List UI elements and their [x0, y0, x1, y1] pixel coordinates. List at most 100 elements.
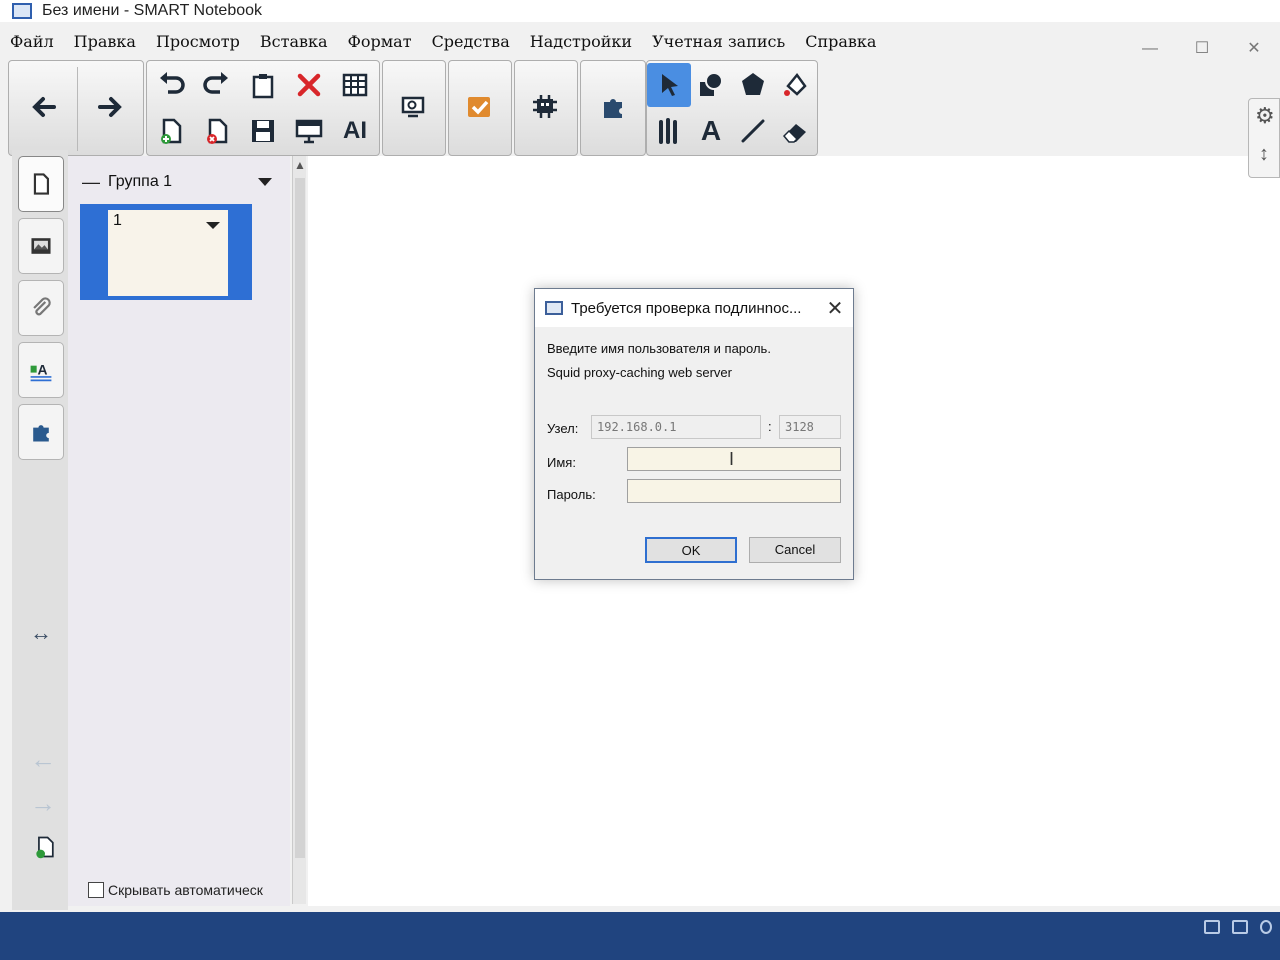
response-icon[interactable] [457, 85, 501, 129]
add-page-icon[interactable] [149, 109, 193, 153]
menu-format[interactable]: Формат [348, 32, 412, 51]
dialog-server-name: Squid proxy-caching web server [547, 365, 732, 380]
text-cursor-icon: I [729, 449, 735, 469]
gallery-icon[interactable] [18, 218, 64, 274]
vertical-scrollbar[interactable]: ▲ [292, 156, 306, 904]
menu-tools[interactable]: Средства [432, 32, 510, 51]
tray-network-icon[interactable] [1260, 920, 1272, 934]
insert-page-icon[interactable] [32, 834, 58, 867]
shapes-icon[interactable] [689, 63, 733, 107]
paste-icon[interactable] [241, 63, 285, 107]
line-icon[interactable] [731, 109, 775, 153]
addons-tab-icon[interactable] [18, 404, 64, 460]
smart-notebook-window: Без имени - SMART Notebook Файл Правка П… [0, 0, 1280, 912]
text-icon[interactable]: A [689, 109, 733, 153]
right-panel: ⚙ ↕ [1248, 98, 1280, 178]
name-label: Имя: [547, 455, 576, 470]
cancel-button[interactable]: Cancel [749, 537, 841, 563]
edit-group: AI [146, 60, 380, 156]
page-sorter-panel: — Группа 1 1 Скрывать автоматическ [68, 156, 290, 906]
menu-help[interactable]: Справка [805, 32, 876, 51]
document-camera-icon[interactable] [391, 85, 435, 129]
save-icon[interactable] [241, 109, 285, 153]
close-icon[interactable]: ✕ [817, 296, 853, 321]
tray-display-icon[interactable] [1204, 920, 1220, 934]
undo-icon[interactable] [149, 63, 193, 107]
page-number: 1 [113, 212, 122, 229]
maximize-button[interactable]: ☐ [1176, 36, 1228, 62]
window-title: Без имени - SMART Notebook [42, 2, 263, 19]
table-icon[interactable] [333, 63, 377, 107]
page-sorter-icon[interactable] [18, 156, 64, 212]
window-controls: — ☐ ✕ [1124, 36, 1280, 62]
shape-fill-icon[interactable] [731, 63, 775, 107]
password-input[interactable] [627, 479, 841, 503]
page-group-header[interactable]: — Группа 1 [82, 170, 272, 194]
scroll-up-icon[interactable]: ▲ [294, 158, 306, 172]
properties-icon[interactable]: A [18, 342, 64, 398]
menu-file[interactable]: Файл [10, 32, 54, 51]
ai-text-icon[interactable]: AI [333, 109, 377, 153]
delete-page-icon[interactable] [195, 109, 239, 153]
group-menu-icon[interactable] [258, 178, 272, 186]
sidebar-tabs: A ↔ ← → [12, 150, 68, 910]
dialog-title: Требуется проверка подлинnос... [571, 299, 802, 317]
screen-shade-icon[interactable] [287, 109, 331, 153]
scrollbar-thumb[interactable] [295, 178, 305, 858]
attachments-icon[interactable] [18, 280, 64, 336]
back-arrow-icon[interactable] [21, 85, 65, 129]
previous-page-icon[interactable]: ← [30, 744, 56, 775]
minimize-button[interactable]: — [1124, 36, 1176, 62]
page-thumbnail[interactable]: 1 [108, 210, 228, 296]
fill-icon[interactable] [773, 63, 817, 107]
tools-group: A [646, 60, 818, 156]
app-icon [12, 3, 32, 19]
menu-account[interactable]: Учетная запись [652, 32, 785, 51]
autohide-label: Скрывать автоматическ [108, 882, 263, 898]
page-thumbnail-selected[interactable]: 1 [80, 204, 252, 300]
menu-bar: Файл Правка Просмотр Вставка Формат Сред… [0, 26, 1140, 56]
camera-group [382, 60, 446, 156]
menu-addons[interactable]: Надстройки [530, 32, 632, 51]
auth-dialog: Требуется проверка подлинnос... ✕ Введит… [534, 288, 854, 580]
eraser-icon[interactable] [773, 109, 817, 153]
autohide-checkbox-box[interactable] [88, 882, 104, 898]
addons-icon[interactable] [591, 85, 635, 129]
forward-arrow-icon[interactable] [89, 85, 133, 129]
pens-icon[interactable] [647, 109, 691, 153]
menu-edit[interactable]: Правка [74, 32, 136, 51]
autohide-checkbox[interactable]: Скрывать автоматическ [88, 882, 263, 898]
group-label: Группа 1 [108, 173, 173, 190]
move-toolbar-icon[interactable]: ↕ [1259, 143, 1269, 166]
collapse-group-icon[interactable]: — [82, 172, 108, 193]
dialog-prompt: Введите имя пользователя и пароль. [547, 341, 771, 356]
page-menu-icon[interactable] [206, 222, 220, 229]
delete-icon[interactable] [287, 63, 331, 107]
next-page-icon[interactable]: → [30, 788, 56, 819]
toolbar-separator [77, 67, 78, 151]
host-label: Узел: [547, 421, 579, 436]
addons-group [580, 60, 646, 156]
svg-text:A: A [38, 361, 48, 377]
main-toolbar: AI A [8, 60, 1280, 160]
tray-battery-icon[interactable] [1232, 920, 1248, 934]
ok-button[interactable]: OK [645, 537, 737, 563]
close-window-button[interactable]: ✕ [1228, 36, 1280, 62]
gear-icon[interactable]: ⚙ [1255, 103, 1275, 129]
activity-group [514, 60, 578, 156]
nav-group [8, 60, 144, 156]
menu-insert[interactable]: Вставка [260, 32, 328, 51]
port-field: 3128 [779, 415, 841, 439]
response-group [448, 60, 512, 156]
taskbar [0, 912, 1280, 960]
title-bar: Без имени - SMART Notebook [0, 0, 1280, 22]
password-label: Пароль: [547, 487, 596, 502]
port-separator: : [768, 419, 772, 434]
select-icon[interactable] [647, 63, 691, 107]
resize-sidebar-icon[interactable]: ↔ [30, 620, 52, 646]
activity-icon[interactable] [523, 85, 567, 129]
host-field: 192.168.0.1 [591, 415, 761, 439]
redo-icon[interactable] [195, 63, 239, 107]
dialog-titlebar: Требуется проверка подлинnос... ✕ [535, 289, 853, 327]
menu-view[interactable]: Просмотр [156, 32, 240, 51]
